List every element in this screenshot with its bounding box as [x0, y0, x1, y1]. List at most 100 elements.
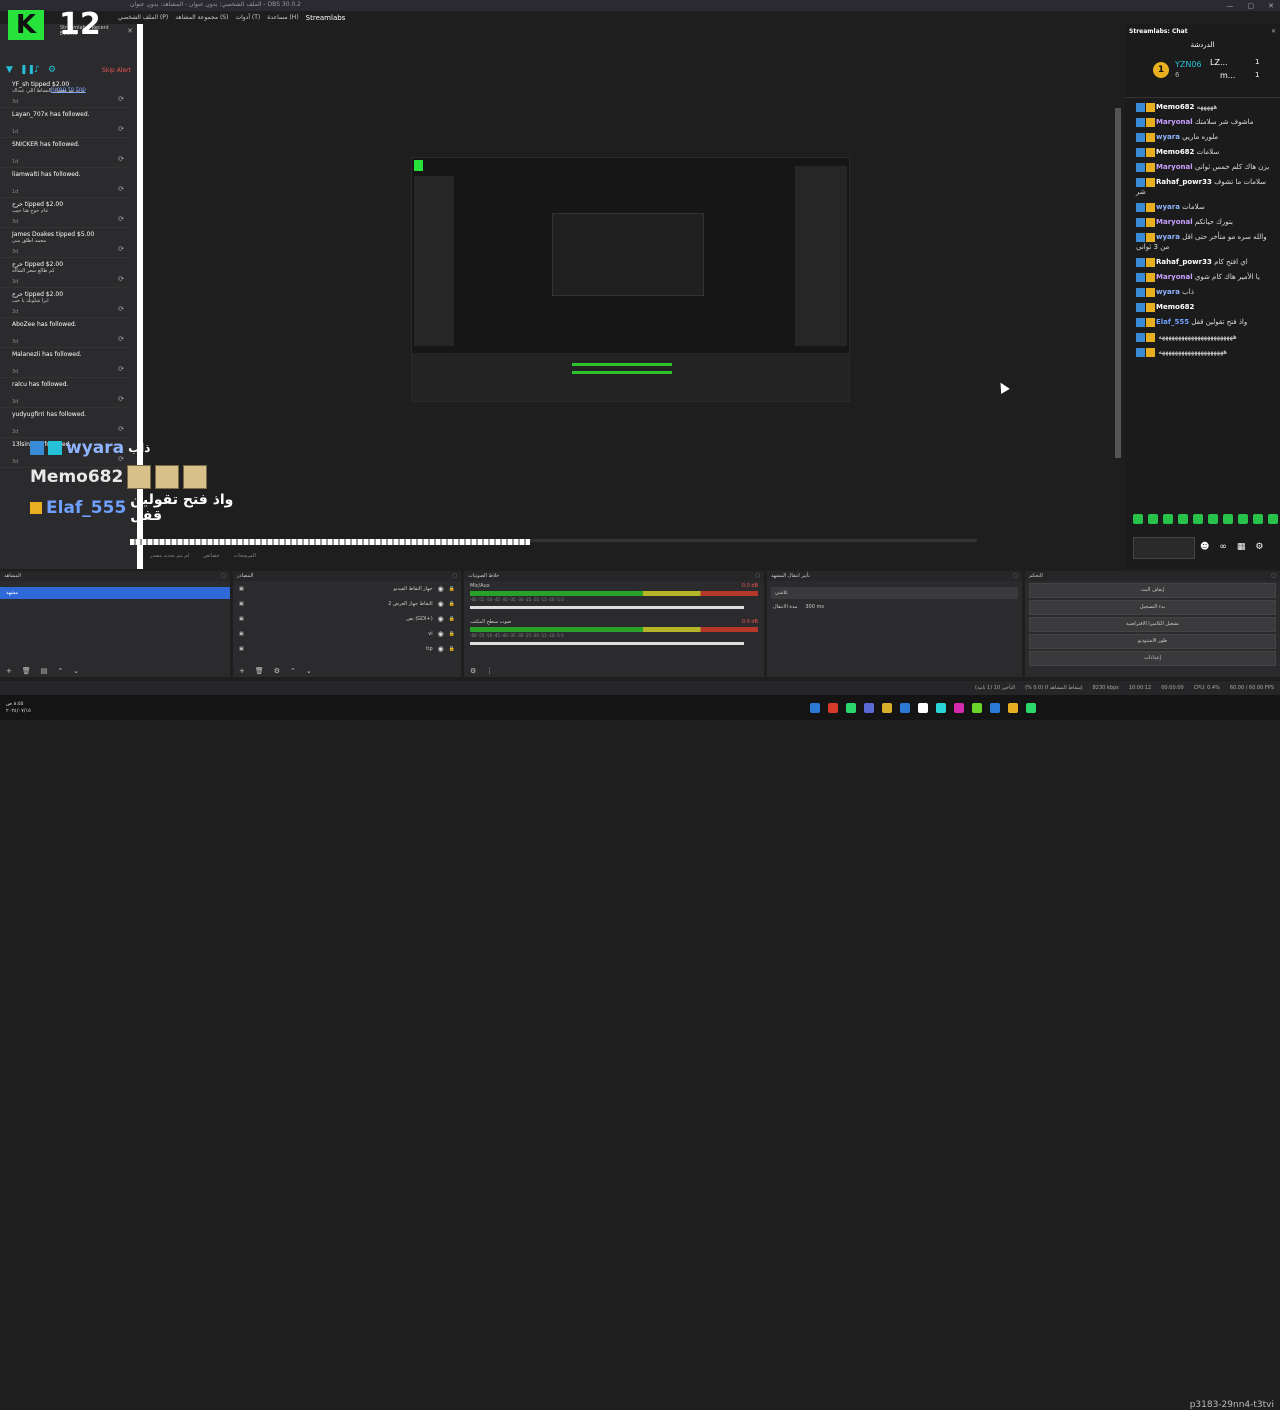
eye-icon[interactable]: ◉ [438, 615, 444, 623]
app-icon[interactable] [1026, 702, 1036, 713]
replay-icon[interactable]: ⟳ [118, 335, 124, 343]
settings-icon[interactable]: ⚙ [48, 66, 56, 75]
infinity-icon[interactable]: ∞ [1219, 542, 1227, 552]
app-icon[interactable] [936, 702, 946, 713]
replay-icon[interactable]: ⟳ [118, 305, 124, 313]
down-icon[interactable]: ⌄ [306, 667, 312, 675]
emote-icon[interactable] [1223, 514, 1233, 524]
taskbar-clock[interactable]: ٨:٥٥ ص ٢٠٢٤/٠٧/١٥ [0, 701, 70, 715]
source-item[interactable]: ▣ نص (GDI+) ◉ 🔒 [233, 611, 461, 626]
bank-icon[interactable]: ▦ [1237, 542, 1246, 552]
add-icon[interactable]: + [6, 667, 12, 675]
replay-icon[interactable]: ⟳ [118, 95, 124, 103]
source-item[interactable]: ▣ جهاز التقاط الفيديو ◉ 🔒 [233, 581, 461, 596]
close-icon[interactable]: ✕ [1271, 28, 1276, 35]
app-icon[interactable] [846, 702, 856, 713]
menu-streamlabs[interactable]: Streamlabs [306, 14, 346, 22]
app-icon[interactable] [864, 702, 874, 713]
settings-button[interactable]: إعدادات [1029, 651, 1276, 666]
up-icon[interactable]: ⌃ [57, 667, 63, 675]
studio-mode-button[interactable]: طور الاستوديو [1029, 634, 1276, 649]
start-recording-button[interactable]: بدء التسجيل [1029, 600, 1276, 615]
close-button[interactable]: ✕ [1268, 2, 1274, 10]
lock-icon[interactable]: 🔒 [449, 646, 455, 652]
add-icon[interactable]: + [239, 667, 245, 675]
lock-icon[interactable]: 🔒 [449, 601, 455, 607]
close-icon[interactable]: ✕ [127, 27, 133, 35]
app-icon[interactable] [900, 702, 910, 713]
source-item[interactable]: ▣ tip ◉ 🔒 [233, 641, 461, 656]
close-icon[interactable]: ▢ [1271, 571, 1276, 581]
replay-icon[interactable]: ⟳ [118, 275, 124, 283]
emote-icon[interactable] [1238, 514, 1248, 524]
source-item[interactable]: ▣ التقاط جهاز العرض 2 ◉ 🔒 [233, 596, 461, 611]
app-icon[interactable] [1008, 702, 1018, 713]
replay-icon[interactable]: ⟳ [118, 125, 124, 133]
emote-icon[interactable] [1178, 514, 1188, 524]
settings-icon[interactable]: ⚙ [274, 667, 280, 675]
replay-icon[interactable]: ⟳ [118, 245, 124, 253]
settings-icon[interactable]: ⚙ [1255, 542, 1263, 552]
close-icon[interactable]: ▢ [452, 571, 457, 581]
stop-stream-button[interactable]: إيقاف البث [1029, 583, 1276, 598]
maximize-button[interactable]: ▢ [1248, 2, 1255, 10]
lock-icon[interactable]: 🔒 [449, 631, 455, 637]
menu-scene-collection[interactable]: مجموعة المشاهد (S) [175, 14, 228, 21]
eye-icon[interactable]: ◉ [438, 585, 444, 593]
volume-slider[interactable] [470, 606, 744, 609]
up-icon[interactable]: ⌃ [290, 667, 296, 675]
emoji-icon[interactable]: ☻ [1200, 542, 1209, 552]
close-icon[interactable]: ▢ [1013, 571, 1018, 581]
duration-input[interactable]: 300 ms [805, 604, 824, 610]
eye-icon[interactable]: ◉ [438, 600, 444, 608]
volume-slider[interactable] [470, 642, 744, 645]
menu-profile[interactable]: الملف الشخصي (P) [118, 14, 168, 21]
replay-icon[interactable]: ⟳ [118, 185, 124, 193]
minimize-button[interactable]: — [1227, 2, 1234, 10]
remove-icon[interactable]: 🗑 [22, 667, 31, 675]
chat-input[interactable] [1133, 537, 1195, 559]
close-icon[interactable]: ▢ [755, 571, 760, 581]
scene-item[interactable]: مشهد [0, 587, 230, 599]
settings-icon[interactable]: ⚙ [470, 667, 476, 675]
emote-icon[interactable] [1133, 514, 1143, 524]
filter-icon[interactable]: ▤ [41, 667, 48, 675]
emote-icon[interactable] [1208, 514, 1218, 524]
skip-alert-button[interactable]: Skip Alert [102, 67, 131, 74]
menu-icon[interactable]: ⋮ [486, 667, 493, 675]
menu-tools[interactable]: أدوات (T) [235, 14, 260, 21]
source-item[interactable]: ▣ vi ◉ 🔒 [233, 626, 461, 641]
emote-icon[interactable] [1193, 514, 1203, 524]
lock-icon[interactable]: 🔒 [449, 616, 455, 622]
pause-icon[interactable]: ❚❚ [20, 66, 35, 75]
emote-icon[interactable] [1148, 514, 1158, 524]
down-icon[interactable]: ⌄ [73, 667, 79, 675]
emote-icon[interactable] [1253, 514, 1263, 524]
replay-icon[interactable]: ⟳ [118, 365, 124, 373]
properties-button[interactable]: خصائص [203, 553, 219, 563]
app-icon[interactable] [828, 702, 838, 713]
replay-icon[interactable]: ⟳ [118, 425, 124, 433]
menu-help[interactable]: مساعدة (H) [267, 14, 298, 21]
replay-icon[interactable]: ⟳ [118, 155, 124, 163]
filter-icon[interactable]: ▼ [6, 66, 14, 75]
app-icon[interactable] [918, 702, 928, 713]
app-icon[interactable] [972, 702, 982, 713]
replay-icon[interactable]: ⟳ [118, 395, 124, 403]
eye-icon[interactable]: ◉ [438, 630, 444, 638]
virtual-camera-button[interactable]: تشغيل الكاميرا الافتراضية [1029, 617, 1276, 632]
remove-icon[interactable]: 🗑 [255, 667, 264, 675]
filters-button[interactable]: المرشحات [234, 553, 256, 563]
eye-icon[interactable]: ◉ [438, 645, 444, 653]
lock-icon[interactable]: 🔒 [449, 586, 455, 592]
app-icon[interactable] [990, 702, 1000, 713]
app-icon[interactable] [810, 702, 820, 713]
app-icon[interactable] [954, 702, 964, 713]
emote-icon[interactable] [1163, 514, 1173, 524]
emote-icon[interactable] [1268, 514, 1278, 524]
chat-scrollbar[interactable] [1115, 108, 1121, 458]
app-icon[interactable] [882, 702, 892, 713]
transition-select[interactable]: تلاشي [771, 587, 1018, 599]
replay-icon[interactable]: ⟳ [118, 215, 124, 223]
mute-icon[interactable]: ♪ [34, 66, 42, 75]
